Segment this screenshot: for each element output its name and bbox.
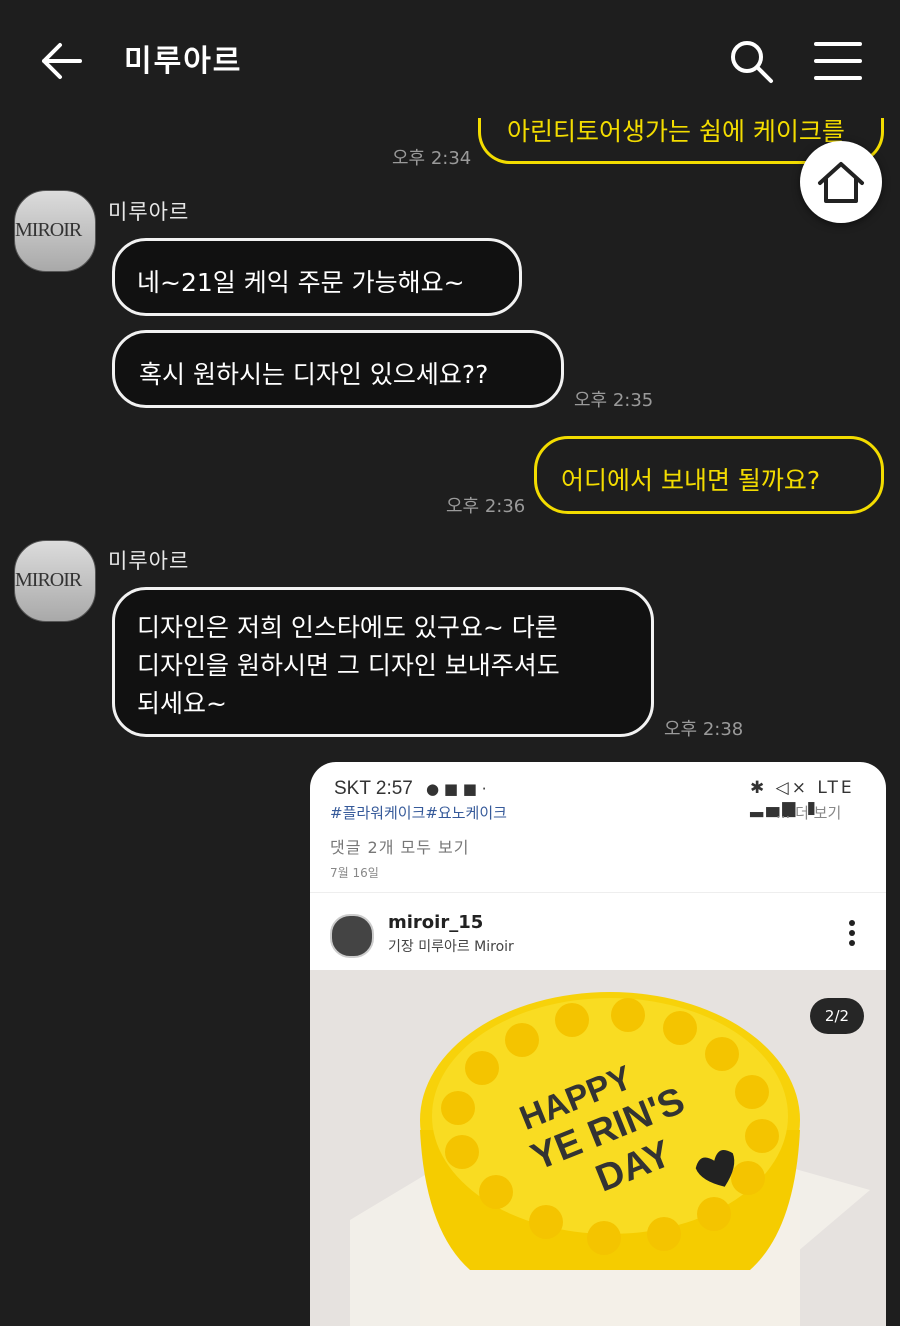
back-button[interactable] [36, 38, 86, 84]
avatar[interactable]: MIROIR [14, 190, 96, 272]
arrow-left-icon [42, 43, 82, 79]
message-bubble-received[interactable]: 네~21일 케익 주문 가능해요~ [112, 238, 522, 316]
sender-name: 미루아르 [108, 200, 190, 224]
home-icon [818, 162, 864, 203]
message-text-line: 되세요~ [137, 689, 227, 718]
avatar-logo-text: MIROIR [15, 569, 82, 591]
post-avatar[interactable] [330, 914, 374, 958]
avatar-logo-text: MIROIR [15, 219, 82, 241]
message-time: 오후 2:38 [664, 719, 744, 740]
home-button[interactable] [800, 141, 882, 223]
message-bubble-received[interactable]: 혹시 원하시는 디자인 있으세요?? [112, 330, 564, 408]
message-text: 혹시 원하시는 디자인 있으세요?? [139, 360, 489, 389]
chat-title: 미루아르 [124, 44, 243, 79]
avatar[interactable]: MIROIR [14, 540, 96, 622]
post-photo: HAPPY YE RIN'S DAY 2/2 [310, 970, 886, 1326]
message-bubble-received[interactable]: 디자인은 저희 인스타에도 있구요~ 다른 디자인을 원하시면 그 디자인 보내… [112, 587, 654, 737]
message-text: 네~21일 케익 주문 가능해요~ [137, 268, 465, 297]
post-location[interactable]: 기장 미루아르 Miroir [388, 936, 514, 956]
cake-photo: HAPPY YE RIN'S DAY [310, 970, 886, 1326]
message-time: 오후 2:34 [392, 148, 472, 169]
message-time: 오후 2:36 [446, 496, 526, 517]
post-date: 7월 16일 [330, 866, 379, 880]
message-text-line: 디자인은 저희 인스타에도 있구요~ 다른 [137, 613, 558, 642]
comments-link[interactable]: 댓글 2개 모두 보기 [330, 834, 469, 858]
post-username[interactable]: miroir_15 [388, 912, 483, 933]
page-indicator: 2/2 [810, 998, 864, 1034]
post-hashtags[interactable]: #플라워케이크#요노케이크 [330, 802, 507, 823]
sender-name: 미루아르 [108, 549, 190, 573]
hamburger-menu-icon [814, 42, 862, 80]
message-text-line: 디자인을 원하시면 그 디자인 보내주셔도 [137, 651, 560, 680]
search-icon [731, 41, 773, 83]
message-time: 오후 2:35 [574, 390, 654, 411]
search-button[interactable] [726, 36, 776, 86]
image-message[interactable]: SKT 2:57 ● ■ ■ · ✱ ◁× LTE ▂▄▆ ▮ #플라워케이크#… [310, 762, 886, 1326]
message-bubble-sent[interactable]: 어디에서 보내면 될까요? [534, 436, 884, 514]
more-link[interactable]: ... 더 보기 [776, 802, 841, 823]
notification-icons: ● ■ ■ · [426, 780, 487, 798]
more-vertical-icon [849, 920, 855, 946]
carrier-time: SKT 2:57 [334, 778, 413, 799]
menu-button[interactable] [812, 38, 864, 84]
chat-header: 미루아르 [0, 0, 900, 118]
message-text: 어디에서 보내면 될까요? [561, 466, 821, 495]
post-options-button[interactable] [840, 918, 864, 948]
